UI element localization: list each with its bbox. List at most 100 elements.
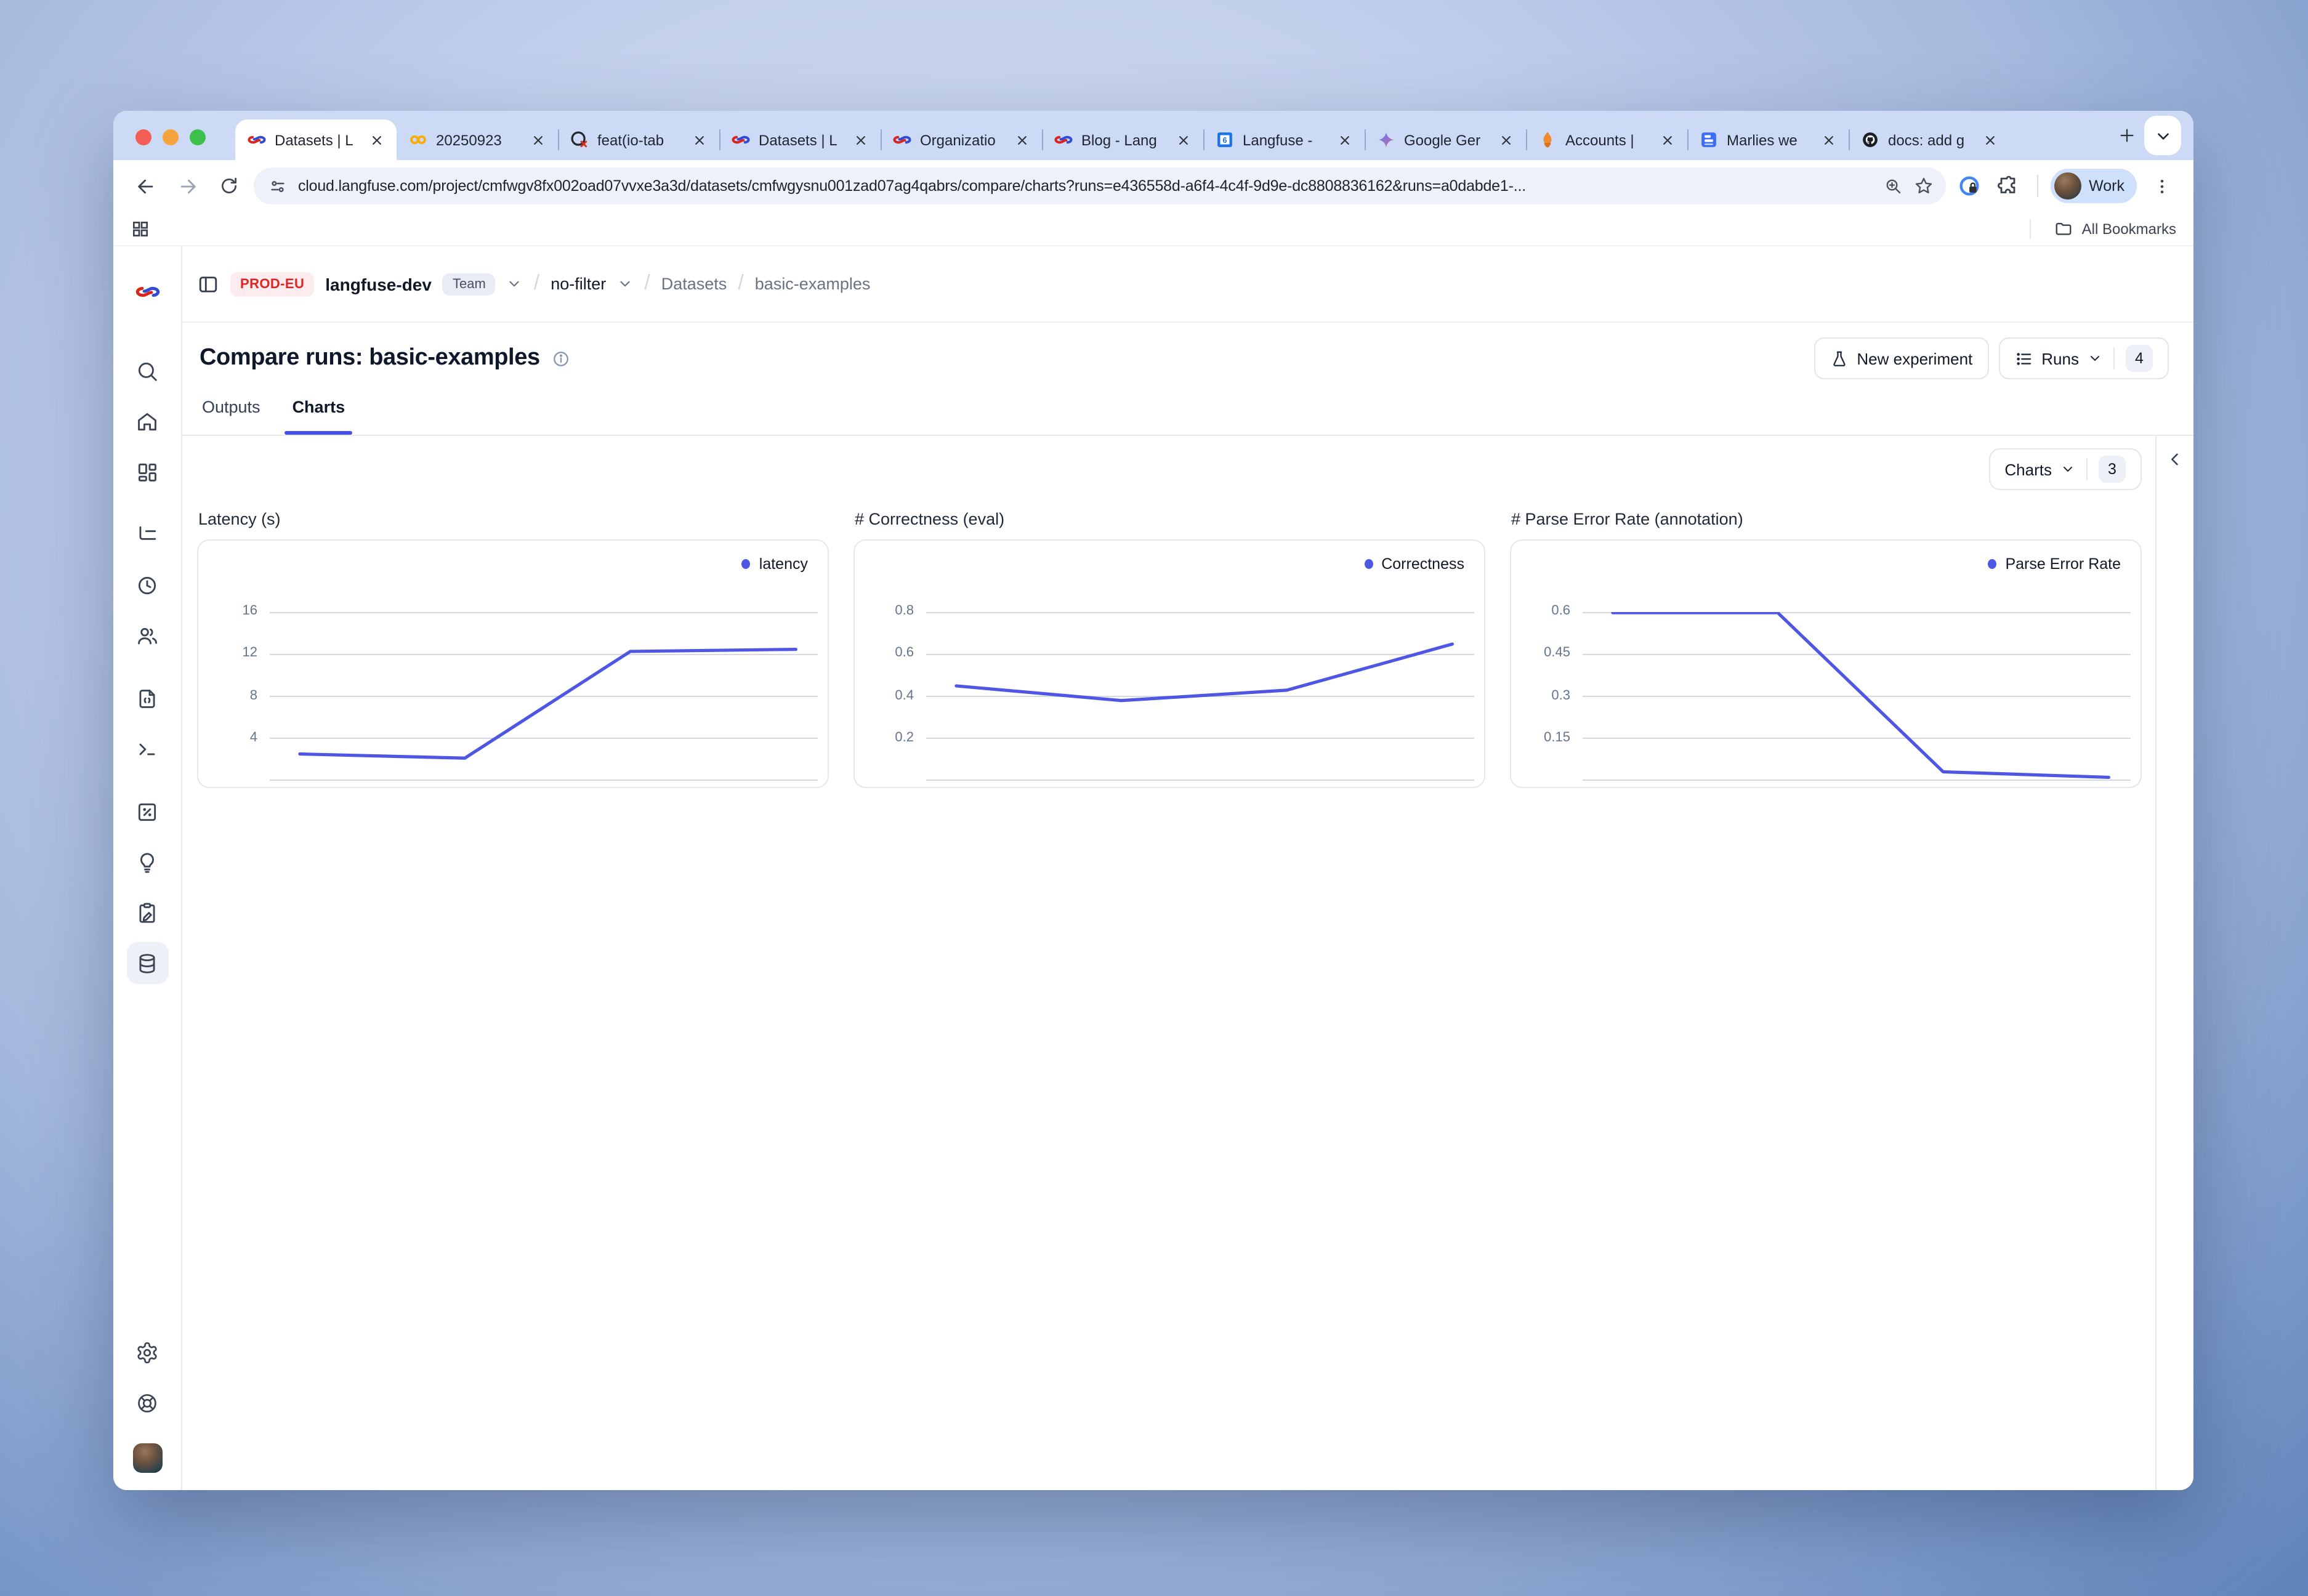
sidebar-playground-terminal-icon[interactable] (126, 728, 168, 770)
tab-close-icon[interactable] (851, 130, 871, 150)
profile-chip[interactable]: Work (2051, 169, 2137, 203)
tab-charts[interactable]: Charts (290, 394, 348, 435)
y-tick-label: 0.6 (1511, 603, 1570, 618)
breadcrumb-org[interactable]: langfuse-dev (325, 274, 432, 294)
legend-label: Parse Error Rate (2005, 555, 2121, 573)
sidebar-sessions-clock-icon[interactable] (126, 564, 168, 606)
all-bookmarks[interactable]: All Bookmarks (2030, 219, 2176, 238)
breadcrumb-dataset-name[interactable]: basic-examples (755, 275, 871, 293)
browser-tab-2[interactable]: 20250923 (397, 119, 558, 160)
browser-tab-9[interactable]: Accounts | (1526, 119, 1687, 160)
new-tab-button[interactable] (2110, 118, 2144, 153)
chart-card: Correctness 0.80.60.40.2 (853, 539, 1485, 788)
svg-text:6: 6 (1223, 136, 1227, 145)
sidebar-users-icon[interactable] (126, 615, 168, 656)
tab-close-icon[interactable] (1658, 130, 1677, 150)
tab-search-chevron-button[interactable] (2144, 116, 2181, 155)
info-icon[interactable] (552, 349, 571, 368)
browser-tab-3[interactable]: feat(io-tab (558, 119, 719, 160)
org-chevron-icon[interactable] (507, 276, 523, 292)
legend-label: latency (759, 555, 808, 573)
browser-tab-4[interactable]: Datasets | L (719, 119, 881, 160)
browser-menu-icon[interactable] (2144, 169, 2179, 203)
tab-close-icon[interactable] (690, 130, 709, 150)
list-icon (2014, 349, 2033, 368)
user-avatar[interactable] (132, 1443, 162, 1473)
legend-dot-icon (1988, 559, 1996, 569)
browser-tab-7[interactable]: 6Langfuse - (1203, 119, 1365, 160)
tab-title: Blog - Lang (1081, 131, 1165, 148)
tab-close-icon[interactable] (1819, 130, 1839, 150)
tab-close-icon[interactable] (1174, 130, 1193, 150)
breadcrumb-separator: / (738, 270, 743, 295)
reload-button[interactable] (212, 169, 246, 203)
sidebar-annotation-clipboard-icon[interactable] (126, 892, 168, 933)
langfuse-logo[interactable] (135, 280, 159, 304)
fullscreen-window-button[interactable] (190, 129, 206, 145)
tab-outputs[interactable]: Outputs (200, 394, 263, 435)
breadcrumb-project[interactable]: no-filter (551, 275, 606, 293)
browser-tab-11[interactable]: docs: add g (1849, 119, 2010, 160)
zoom-icon[interactable] (1884, 177, 1903, 195)
extensions-puzzle-icon[interactable] (1993, 170, 2025, 202)
sidebar-datasets-database-icon[interactable] (126, 942, 168, 984)
langfuse-icon (732, 131, 750, 149)
breadcrumb-datasets-link[interactable]: Datasets (661, 275, 727, 293)
chart-block-parse-error-rate: # Parse Error Rate (annotation) Parse Er… (1510, 510, 2142, 788)
colab-icon (409, 131, 427, 149)
browser-tab-5[interactable]: Organizatio (881, 119, 1042, 160)
sidebar-search-icon[interactable] (126, 350, 168, 392)
tab-close-icon[interactable] (1980, 130, 2000, 150)
window-controls (135, 129, 206, 145)
desktop-background: Datasets | L 20250923 feat(io-tab Datasets … (0, 0, 2308, 1596)
y-tick-label: 16 (198, 603, 257, 618)
tab-close-icon[interactable] (1496, 130, 1516, 150)
app-sidebar (113, 246, 182, 1490)
sidebar-insights-bulb-icon[interactable] (126, 841, 168, 883)
button-divider (2113, 347, 2115, 369)
project-chevron-icon[interactable] (617, 276, 633, 292)
sidebar-tracing-icon[interactable] (126, 514, 168, 555)
browser-tab-8[interactable]: Google Ger (1365, 119, 1526, 160)
flask-icon (1830, 349, 1848, 368)
right-panel-rail (2157, 436, 2193, 1490)
breadcrumb-separator: / (644, 270, 650, 295)
tab-close-icon[interactable] (1012, 130, 1032, 150)
chart-block-latency: Latency (s) latency 161284 (197, 510, 829, 788)
sidebar-dashboard-icon[interactable] (126, 451, 168, 493)
tab-title: 20250923 (436, 131, 520, 148)
chart-block-correctness: # Correctness (eval) Correctness 0.80.60… (853, 510, 1485, 788)
tab-close-icon[interactable] (1335, 130, 1355, 150)
extension-lock-icon[interactable] (1953, 170, 1985, 202)
tab-title: feat(io-tab (597, 131, 681, 148)
sidebar-prompts-file-icon[interactable] (126, 677, 168, 719)
sidebar-evaluation-icon[interactable] (126, 791, 168, 832)
collapse-panel-chevron-icon[interactable] (2166, 451, 2184, 470)
sidebar-settings-gear-icon[interactable] (126, 1331, 168, 1373)
sidebar-support-lifebuoy-icon[interactable] (126, 1382, 168, 1424)
sidebar-toggle-icon[interactable] (197, 273, 219, 295)
calendar-icon: 6 (1216, 131, 1234, 149)
forward-button[interactable] (170, 169, 204, 203)
y-tick-label: 4 (198, 730, 257, 745)
site-info-icon[interactable] (268, 177, 287, 195)
runs-selector-button[interactable]: Runs 4 (1998, 337, 2169, 379)
tab-title: Organizatio (920, 131, 1004, 148)
toolbar-divider (2037, 175, 2038, 197)
tab-close-icon[interactable] (528, 130, 548, 150)
tab-groups-grid-icon[interactable] (131, 219, 150, 238)
charts-filter-button[interactable]: Charts 3 (1988, 448, 2142, 490)
sidebar-home-icon[interactable] (126, 400, 168, 442)
close-window-button[interactable] (135, 129, 151, 145)
minimize-window-button[interactable] (163, 129, 179, 145)
address-bar[interactable]: cloud.langfuse.com/project/cmfwgv8fx002o… (254, 167, 1946, 204)
url-text[interactable]: cloud.langfuse.com/project/cmfwgv8fx002o… (298, 177, 1873, 195)
browser-tab-1[interactable]: Datasets | L (235, 119, 397, 160)
browser-tab-6[interactable]: Blog - Lang (1042, 119, 1203, 160)
new-experiment-button[interactable]: New experiment (1814, 337, 1988, 379)
chart-title: Latency (s) (198, 510, 829, 528)
bookmark-star-icon[interactable] (1914, 176, 1934, 196)
tab-close-icon[interactable] (367, 130, 387, 150)
back-button[interactable] (128, 169, 163, 203)
browser-tab-10[interactable]: Marlies we (1687, 119, 1849, 160)
